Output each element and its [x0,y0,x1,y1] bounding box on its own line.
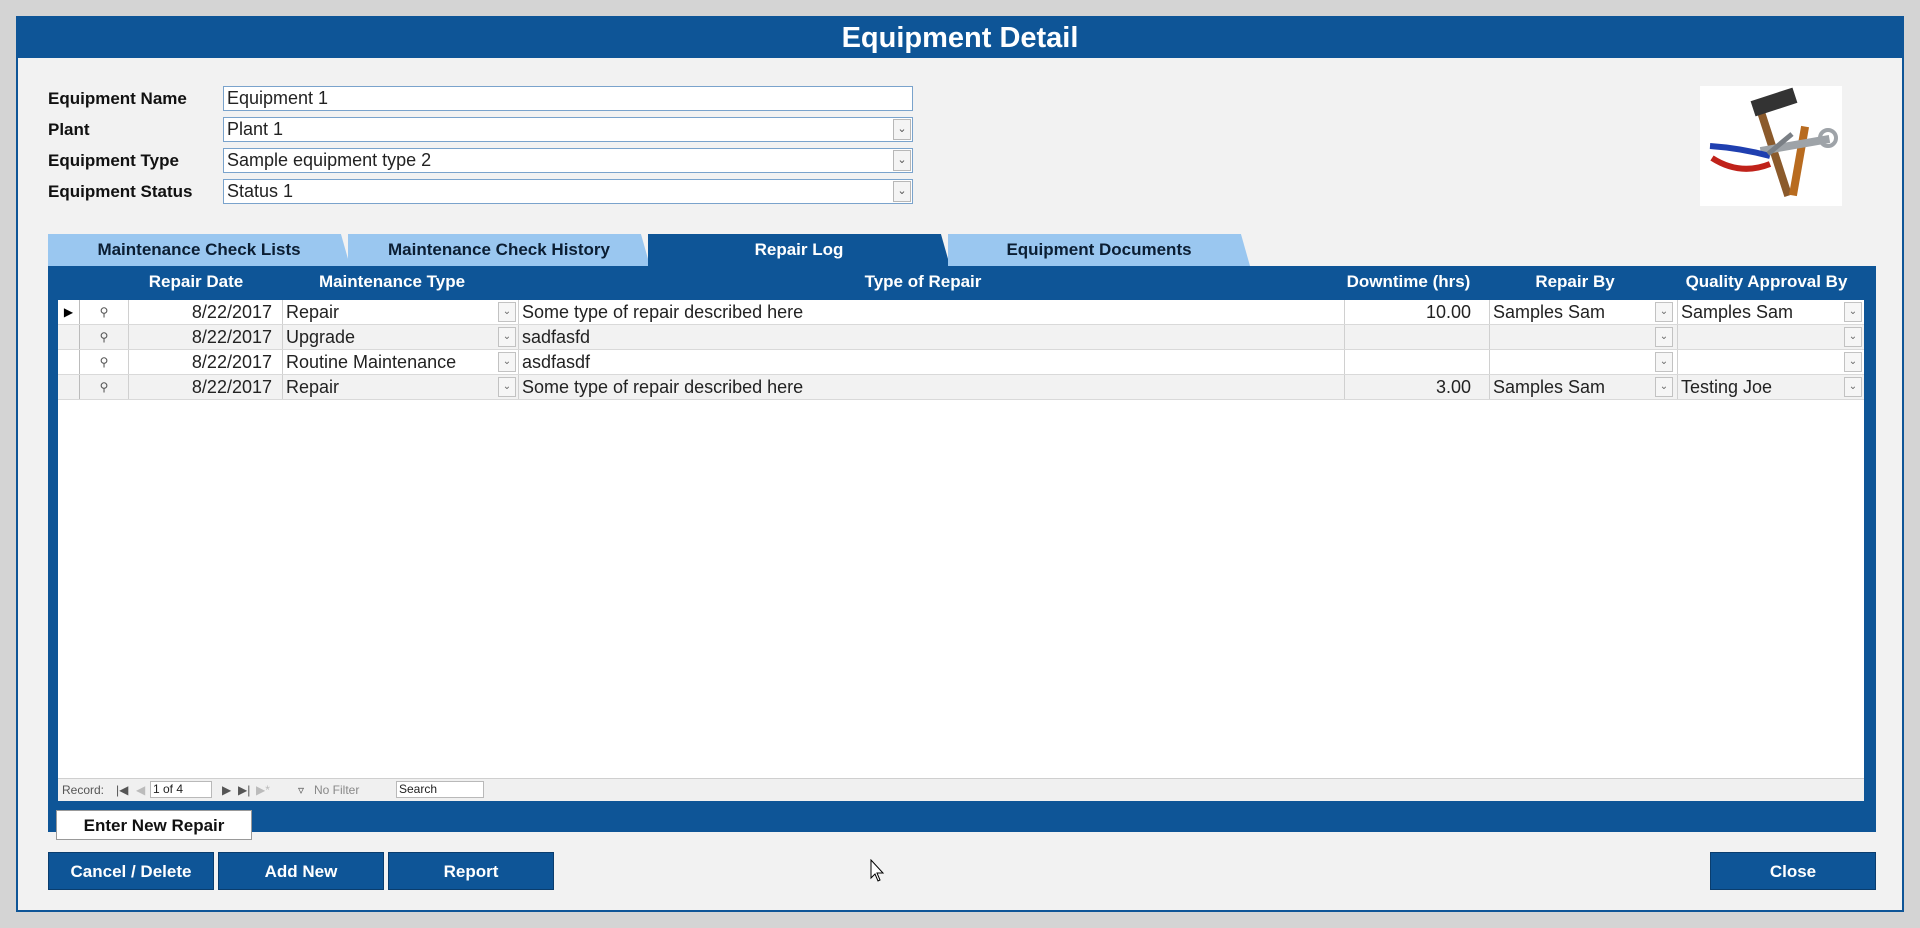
equipment-name-label: Equipment Name [48,89,187,108]
downtime-cell[interactable] [1346,350,1471,374]
downtime-cell[interactable] [1346,325,1471,349]
tab-repair-log[interactable]: Repair Log [648,234,950,266]
col-quality-approval-by[interactable]: Quality Approval By [1669,272,1864,292]
quality-approval-cell[interactable] [1679,350,1841,374]
chevron-down-icon[interactable]: ⌄ [1655,327,1673,347]
downtime-cell[interactable]: 3.00 [1346,375,1471,399]
table-row[interactable]: ⚲ 8/22/2017 Routine Maintenance ⌄ asdfas… [58,350,1864,375]
maintenance-type-cell[interactable]: Routine Maintenance [284,350,494,374]
mouse-cursor-icon [870,859,885,882]
chevron-down-icon[interactable]: ⌄ [498,377,516,397]
record-selector[interactable] [58,325,80,349]
chevron-down-icon[interactable]: ⌄ [498,327,516,347]
repair-log-panel: Repair Date Maintenance Type Type of Rep… [48,266,1876,882]
tools-logo [1700,86,1842,206]
chevron-down-icon[interactable]: ⌄ [893,150,911,171]
chevron-down-icon[interactable]: ⌄ [1844,302,1862,322]
record-label: Record: [62,783,105,797]
table-row[interactable]: ⚲ 8/22/2017 Upgrade ⌄ sadfasfd ⌄ ⌄ [58,325,1864,350]
repair-by-cell[interactable] [1491,350,1653,374]
magnifier-icon[interactable]: ⚲ [80,300,128,324]
col-type-of-repair[interactable]: Type of Repair [510,272,1336,292]
quality-approval-cell[interactable]: Testing Joe [1679,375,1841,399]
record-selector[interactable] [58,350,80,374]
chevron-down-icon[interactable]: ⌄ [1655,377,1673,397]
chevron-down-icon[interactable]: ⌄ [498,352,516,372]
type-of-repair-cell[interactable]: Some type of repair described here [520,375,1344,399]
plant-select[interactable]: Plant 1 ⌄ [223,117,913,142]
previous-record-icon[interactable]: ◀ [136,782,145,798]
magnifier-icon[interactable]: ⚲ [80,350,128,374]
report-button[interactable]: Report [388,852,554,890]
col-repair-date[interactable]: Repair Date [118,272,274,292]
chevron-down-icon[interactable]: ⌄ [1655,302,1673,322]
type-of-repair-cell[interactable]: Some type of repair described here [520,300,1344,324]
repair-date-cell[interactable]: 8/22/2017 [128,350,278,374]
tab-maintenance-check-history[interactable]: Maintenance Check History [348,234,650,266]
equipment-name-field[interactable]: Equipment 1 [223,86,913,111]
no-filter-label[interactable]: No Filter [314,782,359,798]
downtime-cell[interactable]: 10.00 [1346,300,1471,324]
next-record-icon[interactable]: ▶ [222,782,231,798]
new-record-icon[interactable]: ▶* [256,782,270,798]
repair-by-cell[interactable]: Samples Sam [1491,375,1653,399]
col-maintenance-type[interactable]: Maintenance Type [274,272,510,292]
cancel-delete-button[interactable]: Cancel / Delete [48,852,214,890]
table-row[interactable]: ⚲ 8/22/2017 Repair ⌄ Some type of repair… [58,375,1864,400]
quality-approval-cell[interactable]: Samples Sam [1679,300,1841,324]
tab-equipment-documents[interactable]: Equipment Documents [948,234,1250,266]
table-row[interactable]: ▶ ⚲ 8/22/2017 Repair ⌄ Some type of repa… [58,300,1864,325]
enter-new-repair-button[interactable]: Enter New Repair [56,810,252,840]
maintenance-type-cell[interactable]: Upgrade [284,325,494,349]
chevron-down-icon[interactable]: ⌄ [893,181,911,202]
filter-icon[interactable]: ▿ [298,782,304,798]
close-button[interactable]: Close [1710,852,1876,890]
repair-date-cell[interactable]: 8/22/2017 [128,375,278,399]
first-record-icon[interactable]: |◀ [116,782,128,798]
plant-label: Plant [48,120,90,139]
maintenance-type-cell[interactable]: Repair [284,300,494,324]
repair-by-cell[interactable]: Samples Sam [1491,300,1653,324]
col-repair-by[interactable]: Repair By [1481,272,1669,292]
type-of-repair-cell[interactable]: sadfasfd [520,325,1344,349]
chevron-down-icon[interactable]: ⌄ [1844,327,1862,347]
chevron-down-icon[interactable]: ⌄ [1844,377,1862,397]
chevron-down-icon[interactable]: ⌄ [1655,352,1673,372]
repair-grid: ▶ ⚲ 8/22/2017 Repair ⌄ Some type of repa… [58,300,1864,882]
equipment-detail-window: Equipment Detail Equipment Name Equipmen… [16,16,1904,912]
repair-date-cell[interactable]: 8/22/2017 [128,325,278,349]
equipment-status-select[interactable]: Status 1 ⌄ [223,179,913,204]
chevron-down-icon[interactable]: ⌄ [893,119,911,140]
col-downtime[interactable]: Downtime (hrs) [1336,272,1481,292]
equipment-status-label: Equipment Status [48,182,193,201]
tab-maintenance-check-lists[interactable]: Maintenance Check Lists [48,234,350,266]
repair-by-cell[interactable] [1491,325,1653,349]
record-navigation-bar: Record: |◀ ◀ 1 of 4 ▶ ▶| ▶* ▿ No Filter … [58,778,1864,801]
add-new-button[interactable]: Add New [218,852,384,890]
window-title: Equipment Detail [18,18,1902,58]
record-number-input[interactable]: 1 of 4 [150,781,212,798]
quality-approval-cell[interactable] [1679,325,1841,349]
record-selector[interactable] [58,375,80,399]
magnifier-icon[interactable]: ⚲ [80,325,128,349]
plant-value: Plant 1 [227,119,284,139]
triangle-right-icon[interactable]: ▶ [58,300,80,324]
equipment-status-value: Status 1 [227,181,294,201]
chevron-down-icon[interactable]: ⌄ [498,302,516,322]
maintenance-type-cell[interactable]: Repair [284,375,494,399]
chevron-down-icon[interactable]: ⌄ [1844,352,1862,372]
repair-date-cell[interactable]: 8/22/2017 [128,300,278,324]
type-of-repair-cell[interactable]: asdfasdf [520,350,1344,374]
equipment-type-value: Sample equipment type 2 [227,150,432,170]
last-record-icon[interactable]: ▶| [238,782,250,798]
equipment-type-label: Equipment Type [48,151,179,170]
magnifier-icon[interactable]: ⚲ [80,375,128,399]
search-input[interactable]: Search [396,781,484,798]
equipment-type-select[interactable]: Sample equipment type 2 ⌄ [223,148,913,173]
